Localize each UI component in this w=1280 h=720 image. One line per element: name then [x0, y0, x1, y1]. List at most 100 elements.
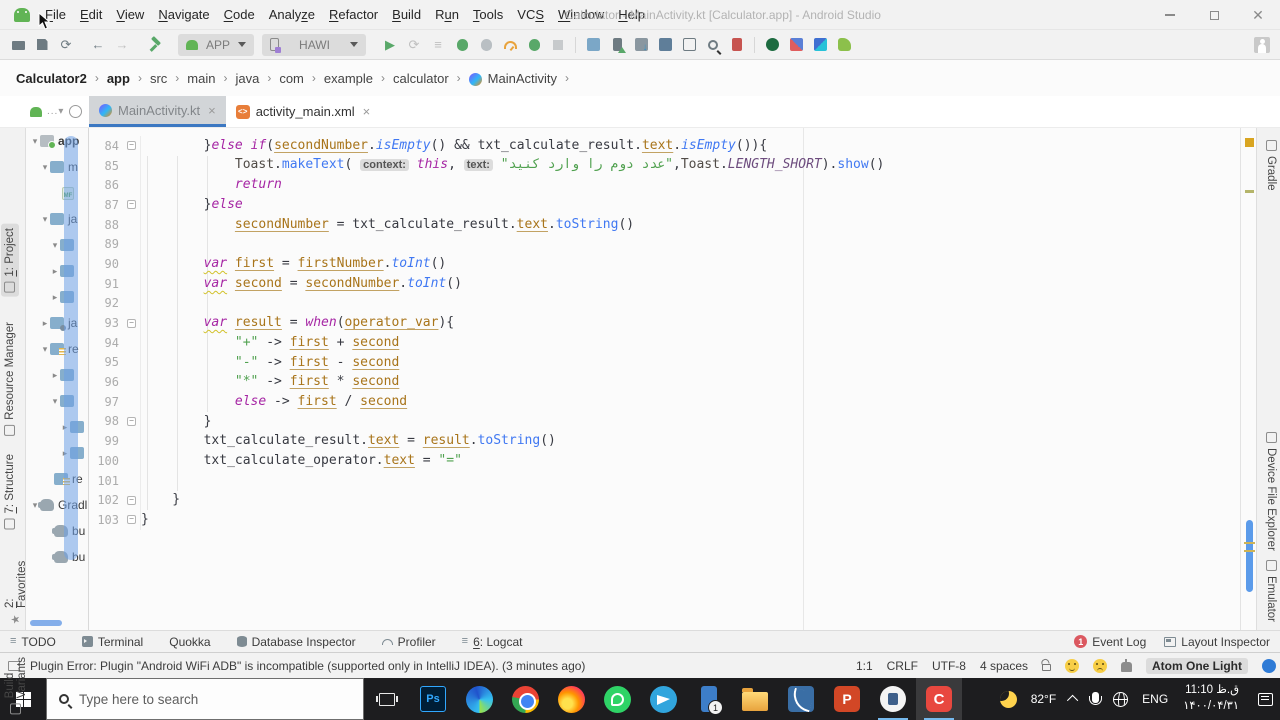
caret-position[interactable]: 1:1 [856, 659, 873, 673]
project-tree-panel[interactable]: ▾app▾mMF▾ja▾▸▸▸ja▾re▸▾▸▸re▾Gradlbubu [26, 128, 89, 630]
user-avatar-icon[interactable] [1254, 36, 1270, 53]
menu-run[interactable]: Run [428, 4, 466, 25]
tree-row[interactable]: re [26, 466, 88, 492]
project-structure-icon[interactable] [653, 34, 677, 56]
chevron-right-icon[interactable]: ▸ [50, 292, 60, 303]
fold-gutter[interactable]: − [123, 195, 141, 215]
project-view-dropdown[interactable]: ...▾ [47, 106, 64, 117]
menu-build[interactable]: Build [385, 4, 428, 25]
menu-tools[interactable]: Tools [466, 4, 510, 25]
code-line-88[interactable]: 88 secondNumber = txt_calculate_result.te… [89, 214, 1240, 235]
scrollbar-thumb[interactable] [1244, 520, 1255, 592]
tree-row[interactable]: bu [26, 518, 88, 544]
edge-app-button[interactable] [456, 678, 502, 720]
resource-manager-icon[interactable] [784, 34, 808, 56]
layout-inspector-icon[interactable] [677, 34, 701, 56]
stop-icon[interactable] [546, 34, 570, 56]
code-line-100[interactable]: 100 txt_calculate_operator.text = "=" [89, 451, 1240, 471]
crumb-java[interactable]: java [233, 69, 261, 88]
device-manager-icon[interactable] [605, 34, 629, 56]
editor-scrollbar-stripe[interactable] [1240, 128, 1256, 630]
code-line-98[interactable]: 98−} [89, 411, 1240, 432]
tree-row[interactable]: ▾app [26, 128, 88, 154]
chevron-right-icon[interactable]: ▸ [50, 266, 60, 277]
open-folder-icon[interactable] [6, 34, 30, 56]
sdk-manager-icon[interactable] [808, 34, 832, 56]
menu-refactor[interactable]: Refactor [322, 4, 385, 25]
toolstrip--project[interactable]: 1: Project [1, 224, 19, 297]
chevron-down-icon[interactable]: ▾ [40, 162, 50, 173]
chrome-app-button[interactable] [502, 678, 548, 720]
tree-row[interactable]: MF [26, 180, 88, 206]
toolstrip-gradle[interactable]: Gradle [1262, 136, 1280, 195]
fold-gutter[interactable]: − [123, 510, 141, 530]
theme-indicator[interactable]: Atom One Light [1146, 657, 1248, 674]
crumb-app[interactable]: app [105, 69, 132, 88]
line-separator[interactable]: CRLF [887, 659, 918, 673]
apply-changes-icon[interactable]: ⟳ [402, 34, 426, 56]
tab-mainactivity-kt[interactable]: MainActivity.kt × [89, 96, 226, 127]
back-icon[interactable]: ← [86, 34, 110, 56]
weather-icon[interactable] [993, 678, 1024, 720]
chevron-down-icon[interactable]: ▾ [50, 396, 60, 407]
fold-icon[interactable]: − [127, 141, 136, 151]
chevron-down-icon[interactable]: ▾ [50, 240, 60, 251]
plugins-icon[interactable] [832, 34, 856, 56]
toolstrip-build-variants[interactable]: Build Variants [1, 653, 31, 718]
forward-icon[interactable]: → [110, 34, 134, 56]
running-app-button[interactable] [870, 678, 916, 720]
fold-gutter[interactable]: − [123, 411, 141, 432]
crumb-calculator[interactable]: calculator [391, 69, 451, 88]
attach-debugger-icon[interactable] [474, 34, 498, 56]
code-line-103[interactable]: 103−} [89, 510, 1240, 530]
debug-icon[interactable] [450, 34, 474, 56]
tree-row[interactable]: ▾ [26, 232, 88, 258]
toolstrip-emulator[interactable]: Emulator [1262, 556, 1280, 626]
fold-icon[interactable]: − [127, 318, 136, 328]
event-log-button[interactable]: 1 Event Log [1074, 635, 1146, 649]
code-line-85[interactable]: 85 Toast.makeText( context: this, text: "… [89, 155, 1240, 176]
restore-button[interactable] [1192, 0, 1236, 30]
close-button[interactable]: ✕ [1236, 0, 1280, 30]
language-indicator[interactable]: ENG [1135, 678, 1175, 720]
tree-row[interactable]: ▸ [26, 284, 88, 310]
gradle-sync-icon[interactable] [581, 34, 605, 56]
gerrit-icon[interactable] [760, 34, 784, 56]
quokka-toolwindow-button[interactable]: Quokka [169, 635, 210, 649]
save-icon[interactable] [30, 34, 54, 56]
readonly-lock-icon[interactable] [1042, 664, 1051, 671]
sdk-download-icon[interactable]: ↓ [629, 34, 653, 56]
profiler-toolwindow-button[interactable]: Profiler [381, 635, 436, 649]
menu-navigate[interactable]: Navigate [151, 4, 216, 25]
camtasia-app-button[interactable]: C [916, 678, 962, 720]
run-configuration-select[interactable]: APP [178, 33, 254, 56]
gradle-daemon-icon[interactable] [1121, 658, 1132, 672]
code-line-99[interactable]: 99 txt_calculate_result.text = result.toS… [89, 431, 1240, 451]
database-inspector-toolwindow-button[interactable]: Database Inspector [236, 635, 356, 649]
tree-row[interactable]: ▾ [26, 388, 88, 414]
indent-setting[interactable]: 4 spaces [980, 659, 1028, 673]
your-phone-app-button[interactable] [686, 678, 732, 720]
file-explorer-button[interactable] [732, 678, 778, 720]
gear-icon[interactable] [69, 105, 83, 118]
tree-row[interactable]: ▸ [26, 362, 88, 388]
attach-profiler-icon[interactable] [522, 34, 546, 56]
fold-gutter[interactable]: − [123, 313, 141, 333]
sad-face-icon[interactable] [1093, 658, 1107, 673]
terminal-toolwindow-button[interactable]: Terminal [81, 635, 143, 649]
chevron-down-icon[interactable]: ▾ [40, 344, 50, 355]
tree-row[interactable]: bu [26, 544, 88, 570]
sync-icon[interactable]: ⟳ [54, 34, 78, 56]
whatsapp-app-button[interactable] [594, 678, 640, 720]
code-line-84[interactable]: 84−}else if(secondNumber.isEmpty() && tx… [89, 136, 1240, 156]
menu-vcs[interactable]: VCS [510, 4, 551, 25]
menu-code[interactable]: Code [217, 4, 262, 25]
tree-row[interactable]: ▸ [26, 440, 88, 466]
pen-tool-app-button[interactable] [778, 678, 824, 720]
file-encoding[interactable]: UTF-8 [932, 659, 966, 673]
crumb-main[interactable]: main [185, 69, 217, 88]
project-view-header[interactable]: ...▾ [0, 96, 89, 127]
fold-icon[interactable]: − [127, 495, 136, 505]
taskbar-search-input[interactable]: Type here to search [46, 678, 364, 720]
tree-row[interactable]: ▾Gradl [26, 492, 88, 518]
